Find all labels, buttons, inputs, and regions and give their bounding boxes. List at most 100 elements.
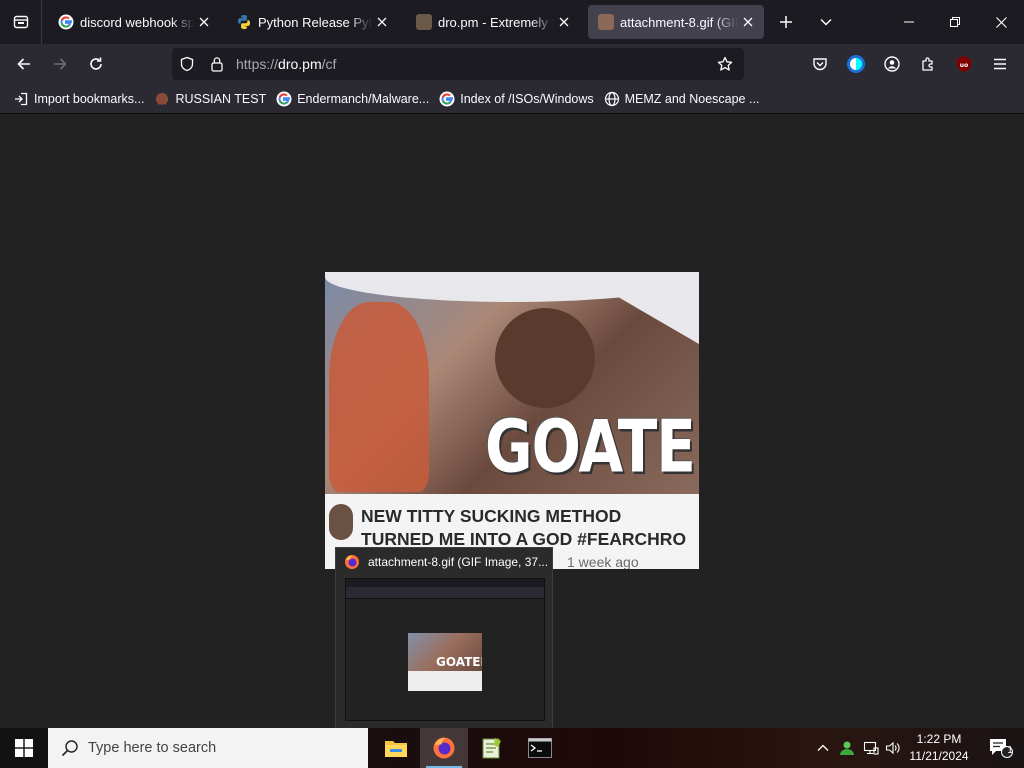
- network-icon: [863, 741, 879, 755]
- taskbar-search-box[interactable]: Type here to search: [48, 728, 368, 768]
- url-host: dro.pm: [278, 56, 322, 72]
- python-icon: [236, 14, 252, 30]
- ublock-button[interactable]: uo: [948, 48, 980, 80]
- close-window-button[interactable]: [978, 0, 1024, 44]
- minimize-button[interactable]: [886, 0, 932, 44]
- minimize-icon: [904, 21, 914, 23]
- taskbar-thumbnail-preview[interactable]: attachment-8.gif (GIF Image, 37... GOATE…: [335, 547, 553, 730]
- tab-attachment-gif[interactable]: attachment-8.gif (GIF I: [588, 5, 764, 39]
- taskbar-file-explorer[interactable]: [372, 728, 420, 768]
- volume-button[interactable]: [882, 728, 904, 768]
- firefox-icon: [433, 737, 455, 759]
- extension-button[interactable]: [840, 48, 872, 80]
- restore-button[interactable]: [932, 0, 978, 44]
- preview-thumbnail: GOATED: [345, 578, 545, 721]
- svg-text:uo: uo: [960, 62, 968, 69]
- bookmark-endermanch[interactable]: Endermanch/Malware...: [271, 86, 434, 112]
- account-button[interactable]: [876, 48, 908, 80]
- google-g-icon: [58, 14, 74, 30]
- new-tab-button[interactable]: [770, 6, 802, 38]
- import-icon: [13, 91, 29, 107]
- preview-toolbar: [346, 587, 544, 594]
- clock-time: 1:22 PM: [916, 732, 962, 746]
- tab-close-icon[interactable]: [556, 14, 572, 30]
- app-menu-button[interactable]: [984, 48, 1016, 80]
- bookmark-import[interactable]: Import bookmarks...: [8, 86, 149, 112]
- speaker-icon: [885, 741, 900, 755]
- site-icon: [154, 91, 170, 107]
- tray-user-app[interactable]: [836, 728, 858, 768]
- caption-meta: 1 week ago: [567, 554, 639, 569]
- list-all-tabs-button[interactable]: [810, 6, 842, 38]
- firefox-view-button[interactable]: [0, 0, 42, 44]
- globe-icon: [604, 91, 620, 107]
- preview-tab-strip: [346, 579, 544, 587]
- show-hidden-icons-button[interactable]: [812, 728, 834, 768]
- lock-icon[interactable]: [202, 48, 232, 80]
- url-text[interactable]: https://dro.pm/cf: [236, 56, 336, 72]
- bookmark-label: Endermanch/Malware...: [297, 91, 430, 106]
- preview-gif: GOATED: [408, 633, 482, 691]
- notepad-plus-icon: [482, 738, 501, 759]
- notification-count: 1: [1007, 745, 1013, 756]
- puzzle-icon: [922, 57, 933, 71]
- taskbar-terminal[interactable]: [516, 728, 564, 768]
- pocket-button[interactable]: [804, 48, 836, 80]
- clock-date: 11/21/2024: [909, 749, 969, 763]
- network-button[interactable]: [860, 728, 882, 768]
- bookmark-label: RUSSIAN TEST: [175, 91, 267, 106]
- account-icon: [884, 56, 900, 72]
- taskbar-firefox[interactable]: [420, 728, 468, 768]
- url-scheme: https://: [236, 56, 279, 72]
- forward-button[interactable]: [44, 48, 76, 80]
- url-path: /cf: [321, 56, 337, 72]
- search-placeholder: Type here to search: [88, 740, 217, 756]
- bookmark-memz[interactable]: MEMZ and Noescape ...: [599, 86, 765, 112]
- preview-bookmarks: [346, 594, 544, 599]
- windows-logo-icon: [15, 739, 33, 757]
- bookmark-russian-test[interactable]: RUSSIAN TEST: [149, 86, 271, 112]
- preview-header: attachment-8.gif (GIF Image, 37...: [336, 548, 552, 576]
- extension-circle-icon: [847, 55, 865, 73]
- image-icon: [598, 14, 614, 30]
- tab-discord-webhook[interactable]: discord webhook spam: [48, 5, 220, 39]
- image-icon: [416, 14, 432, 30]
- reload-button[interactable]: [80, 48, 112, 80]
- bookmark-star-icon[interactable]: [710, 48, 740, 80]
- tab-close-icon[interactable]: [740, 14, 756, 30]
- start-button[interactable]: [0, 728, 48, 768]
- taskbar-clock[interactable]: 1:22 PM 11/21/2024: [902, 731, 976, 765]
- tab-python-release[interactable]: Python Release Python: [226, 5, 398, 39]
- firefox-view-icon: [13, 15, 28, 29]
- terminal-icon: [528, 738, 552, 758]
- back-button[interactable]: [8, 48, 40, 80]
- tab-title: Python Release Python: [258, 14, 372, 30]
- avatar: [329, 504, 353, 540]
- firefox-icon: [345, 555, 359, 569]
- speech-bubble-tail: [575, 272, 699, 344]
- reload-icon: [90, 57, 102, 70]
- action-center-button[interactable]: 1: [978, 728, 1024, 768]
- extensions-button[interactable]: [912, 48, 944, 80]
- restore-icon: [950, 17, 960, 27]
- caption-line-1: NEW TITTY SUCKING METHOD: [361, 506, 622, 526]
- plus-icon: [780, 16, 792, 28]
- bookmarks-toolbar: Import bookmarks... RUSSIAN TEST Enderma…: [0, 84, 1024, 114]
- bookmark-label: MEMZ and Noescape ...: [624, 91, 760, 106]
- file-explorer-icon: [385, 741, 407, 757]
- tab-title: discord webhook spam: [80, 14, 194, 30]
- taskbar-notepad-plus[interactable]: [468, 728, 516, 768]
- pocket-icon: [813, 58, 827, 71]
- google-g-icon: [439, 91, 455, 107]
- cartoon-figure: [329, 302, 429, 492]
- tracking-protection-shield-icon[interactable]: [172, 48, 202, 80]
- gif-image[interactable]: GOATED NEW TITTY SUCKING METHOD TURNED M…: [325, 272, 699, 569]
- bookmark-index-isos[interactable]: Index of /ISOs/Windows: [434, 86, 598, 112]
- navigation-toolbar: https://dro.pm/cf uo: [0, 44, 1024, 84]
- chevron-down-icon: [820, 18, 832, 26]
- tab-strip: discord webhook spam Python Release Pyth…: [0, 0, 1024, 44]
- tab-dro-pm[interactable]: dro.pm - Extremely Sh: [406, 5, 580, 39]
- tab-close-icon[interactable]: [374, 14, 390, 30]
- address-bar[interactable]: https://dro.pm/cf: [172, 48, 744, 80]
- tab-close-icon[interactable]: [196, 14, 212, 30]
